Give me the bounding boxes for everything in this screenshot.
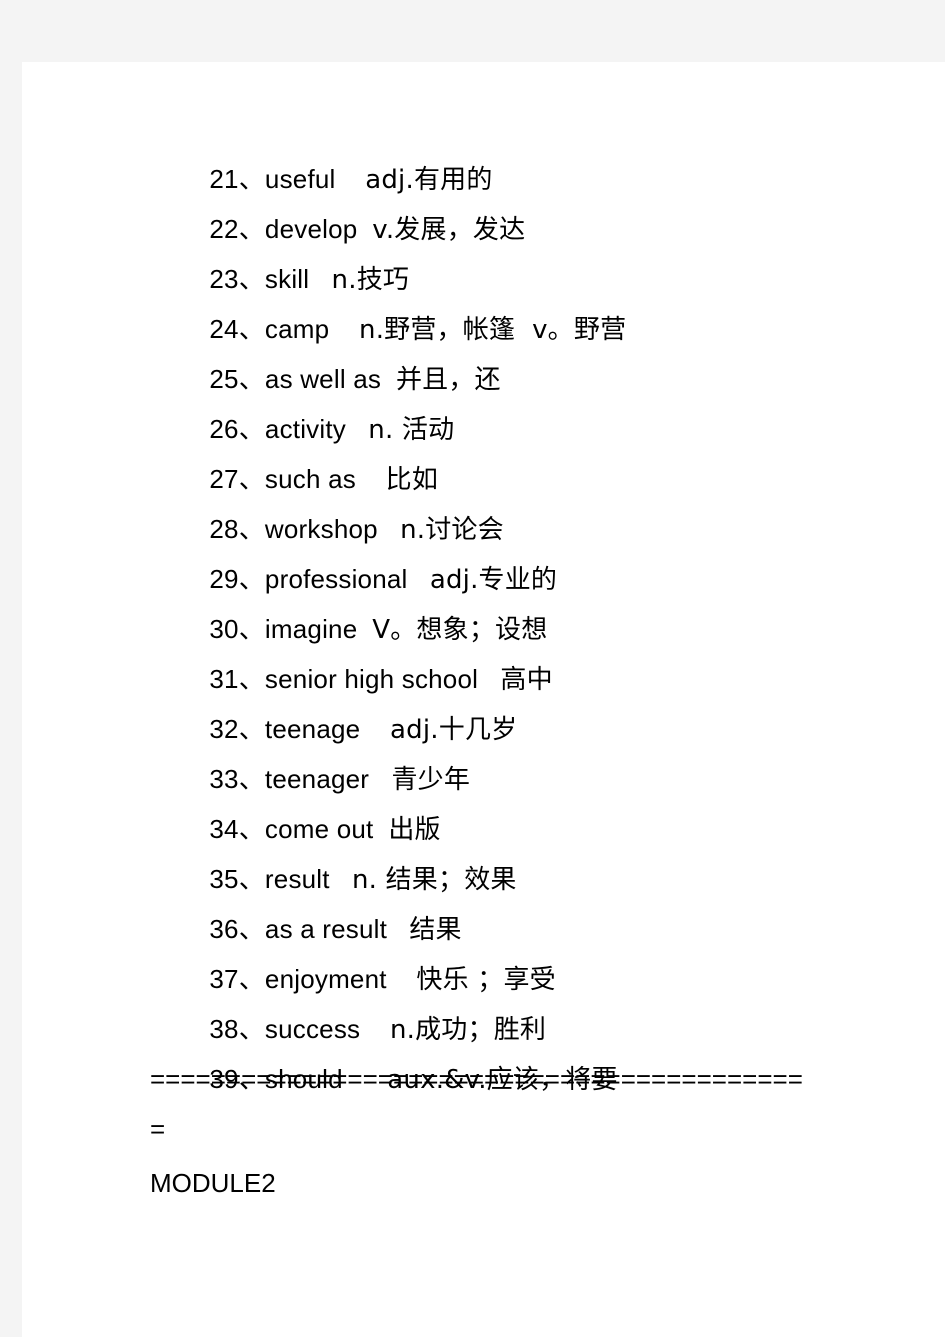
- entry-number: 29、: [209, 564, 265, 594]
- entry-gloss: adj.专业的: [429, 565, 558, 595]
- entry-gloss: 高中: [500, 665, 553, 695]
- entry-term: skill: [264, 264, 310, 294]
- entry-number: 21、: [209, 164, 265, 194]
- entry-term: come out: [264, 814, 374, 844]
- entry-number: 24、: [209, 314, 265, 344]
- entry-gap: [360, 714, 390, 744]
- entry-gap: [387, 964, 417, 994]
- entry-gloss: n.讨论会: [400, 515, 504, 545]
- entry-gloss: n. 活动: [368, 415, 455, 445]
- entry-term: as a result: [264, 914, 388, 944]
- entry-gloss: adj.有用的: [365, 165, 493, 195]
- entry-gap: [373, 814, 388, 844]
- entry-term: such as: [264, 464, 356, 494]
- entry-term: teenager: [264, 764, 370, 794]
- entry-number: 31、: [209, 664, 265, 694]
- entry-gap: [408, 564, 430, 594]
- entry-number: 22、: [209, 214, 265, 244]
- entry-number: 33、: [209, 764, 265, 794]
- entry-term: develop: [264, 214, 358, 244]
- entry-number: 35、: [209, 864, 265, 894]
- entry-number: 34、: [209, 814, 265, 844]
- entry-gap: [369, 764, 391, 794]
- entry-gap: [336, 164, 366, 194]
- entry-term: professional: [264, 564, 408, 594]
- entry-gloss: 出版: [388, 815, 441, 845]
- entry-gap: [357, 214, 372, 244]
- document-page: 21、useful adj.有用的 22、develop v.发展，发达 23、…: [22, 62, 945, 1337]
- entry-gap: [357, 614, 372, 644]
- entry-gap: [309, 264, 331, 294]
- entry-gap: [387, 914, 409, 944]
- entry-term: senior high school: [264, 664, 479, 694]
- entry-gloss: n.成功；胜利: [389, 1015, 547, 1045]
- entry-number: 27、: [209, 464, 265, 494]
- entry-gloss: n. 结果；效果: [351, 865, 517, 895]
- entry-number: 37、: [209, 964, 265, 994]
- entry-gap: [356, 464, 386, 494]
- entry-term: camp: [264, 314, 330, 344]
- vocabulary-entry: 21、useful adj.有用的: [150, 104, 890, 195]
- entry-number: 23、: [209, 264, 265, 294]
- entry-term: useful: [264, 164, 336, 194]
- entry-gloss: adj.十几岁: [390, 715, 518, 745]
- entry-gap: [330, 864, 352, 894]
- vocabulary-list: 21、useful adj.有用的 22、develop v.发展，发达 23、…: [150, 104, 890, 1095]
- entry-gloss: 并且，还: [395, 365, 501, 395]
- entry-number: 36、: [209, 914, 265, 944]
- entry-gloss: n.野营，帐篷 v。野营: [359, 315, 627, 345]
- entry-gloss: n.技巧: [331, 265, 410, 295]
- entry-gloss: 比如: [385, 465, 439, 495]
- entry-gap: [346, 414, 368, 444]
- module-heading: MODULE2: [150, 1168, 276, 1198]
- entry-gloss: 快乐 ；享受: [416, 965, 556, 995]
- entry-number: 25、: [209, 364, 265, 394]
- entry-gap: [378, 514, 400, 544]
- entry-gloss: v.发展，发达: [372, 215, 526, 245]
- entry-number: 26、: [209, 414, 265, 444]
- entry-gap: [360, 1014, 390, 1044]
- entry-number: 28、: [209, 514, 265, 544]
- entry-term: workshop: [264, 514, 378, 544]
- entry-term: activity: [264, 414, 346, 444]
- entry-number: 30、: [209, 614, 265, 644]
- entry-term: enjoyment: [264, 964, 387, 994]
- entry-gloss: 青少年: [391, 765, 471, 795]
- entry-gloss: V。想象；设想: [372, 615, 548, 645]
- entry-gap: [329, 314, 359, 344]
- entry-term: success: [264, 1014, 361, 1044]
- document-body: 21、useful adj.有用的 22、develop v.发展，发达 23、…: [150, 104, 890, 1208]
- entry-number: 32、: [209, 714, 265, 744]
- entry-gap: [478, 664, 500, 694]
- entry-term: imagine: [264, 614, 358, 644]
- entry-gloss: 结果: [409, 915, 462, 945]
- entry-term: as well as: [264, 364, 382, 394]
- entry-term: teenage: [264, 714, 361, 744]
- entry-gap: [381, 364, 396, 394]
- entry-term: result: [264, 864, 330, 894]
- entry-number: 38、: [209, 1014, 265, 1044]
